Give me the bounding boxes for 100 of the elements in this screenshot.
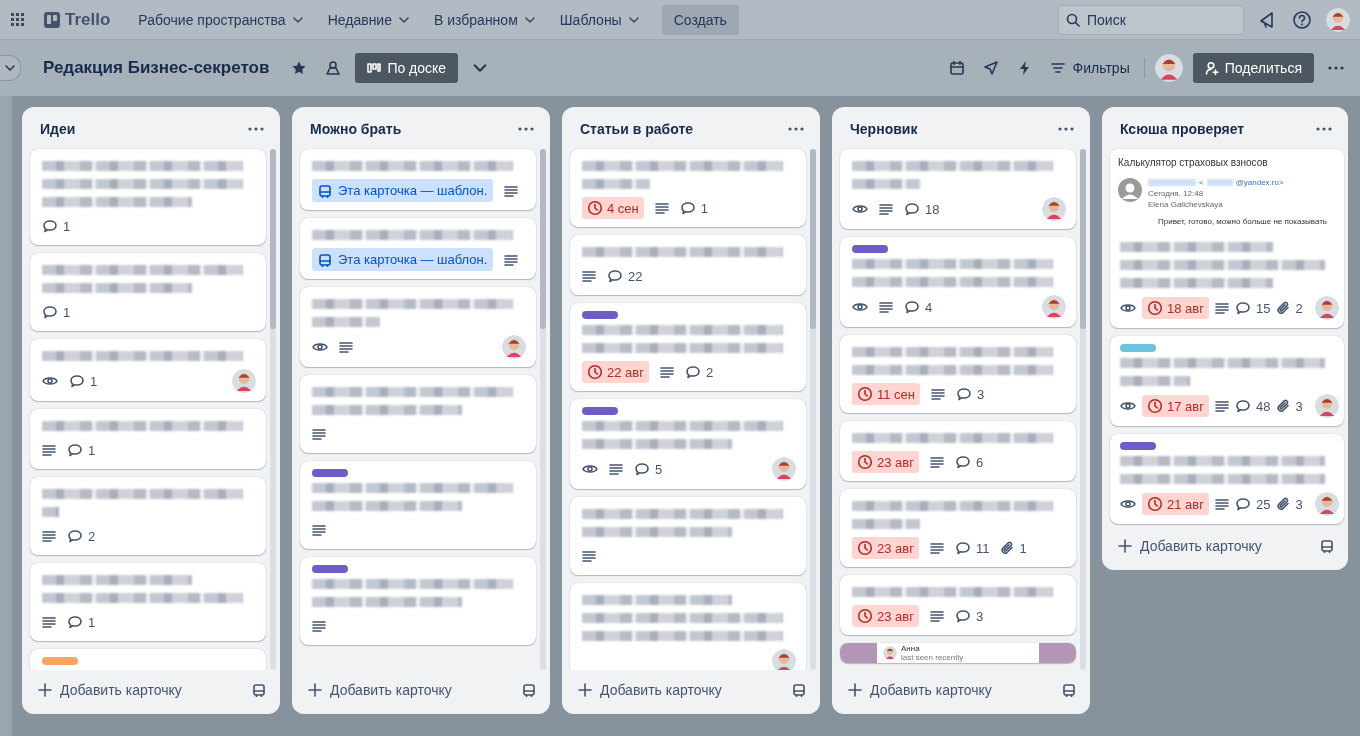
list-menu-icon[interactable] — [1316, 127, 1332, 131]
list-menu-icon[interactable] — [248, 127, 264, 131]
comment-count: 4 — [925, 299, 933, 315]
email-date: Сегодня, 12:48 — [1148, 189, 1205, 198]
board-view-icon — [367, 62, 382, 74]
card[interactable]: 11 сен 3 — [840, 335, 1076, 413]
board-title[interactable]: Редакция Бизнес-секретов — [43, 58, 270, 78]
comment-count: 25 — [1255, 496, 1271, 512]
card[interactable]: 1 — [30, 149, 266, 245]
paper-plane-icon[interactable] — [982, 60, 999, 76]
comment-count: 5 — [655, 461, 663, 477]
list-title[interactable]: Идеи — [40, 121, 76, 137]
comment-icon — [634, 462, 650, 476]
sidebar-toggle[interactable] — [0, 55, 21, 81]
comment-icon — [679, 201, 696, 215]
card[interactable]: 21 авг 25 3 — [1110, 434, 1344, 524]
share-button[interactable]: Поделиться — [1192, 53, 1314, 83]
clock-icon — [857, 540, 873, 556]
filter-icon — [1050, 62, 1065, 74]
card[interactable]: 1 — [30, 409, 266, 469]
card[interactable]: 4 сен 1 — [570, 149, 806, 227]
user-avatar[interactable] — [1326, 7, 1350, 32]
comment-icon — [42, 305, 58, 319]
card-template-icon[interactable] — [252, 683, 266, 697]
card[interactable]: Анна last seen recently — [840, 643, 1076, 663]
calendar-icon[interactable] — [948, 60, 965, 76]
nav-menu-button[interactable]: Шаблоны — [549, 5, 650, 34]
app-name: Trello — [65, 9, 111, 30]
card[interactable]: Калькулятор страховых взносов < @yandex.ru> Сегодня, 12:48 Elena Galichevskaya Привет, готово, можно больше не показывать 18 авг 15 2 — [1110, 149, 1344, 328]
redacted-address — [1206, 179, 1233, 186]
attachment-count: 3 — [1295, 398, 1303, 414]
card[interactable]: 2 — [30, 477, 266, 555]
comment-count: 6 — [975, 454, 984, 470]
comment-icon — [607, 269, 623, 283]
plus-icon — [1118, 539, 1132, 553]
card[interactable]: 1 — [30, 339, 266, 401]
comment-count: 1 — [63, 304, 71, 320]
plus-icon — [308, 683, 322, 697]
comment-count: 1 — [90, 373, 98, 389]
scrollbar[interactable] — [810, 149, 816, 670]
comment-count: 48 — [1255, 398, 1271, 414]
list-menu-icon[interactable] — [518, 127, 534, 131]
list-title[interactable]: Статьи в работе — [580, 121, 694, 137]
nav-menu-button[interactable]: В избранном — [424, 5, 546, 34]
board-view-button[interactable]: По доске — [355, 53, 459, 83]
app-grid-icon[interactable] — [10, 11, 26, 28]
comment-icon — [954, 609, 971, 623]
user-avatar[interactable] — [1154, 54, 1183, 82]
people-icon[interactable] — [325, 60, 342, 76]
help-icon[interactable] — [1292, 9, 1312, 30]
card-template-icon[interactable] — [792, 683, 806, 697]
nav-menu-button[interactable]: Рабочие пространства — [128, 5, 314, 34]
card-template-icon[interactable] — [522, 683, 536, 697]
card[interactable]: Эта карточка — шаблон. — [300, 149, 536, 210]
card[interactable]: 22 авг 2 — [570, 303, 806, 391]
scrollbar[interactable] — [1080, 149, 1086, 670]
card[interactable]: Эта карточка — шаблон. — [300, 218, 536, 279]
card[interactable]: 4 — [840, 237, 1076, 327]
card[interactable]: 17 авг 48 3 — [1110, 336, 1344, 426]
comment-icon — [954, 455, 971, 469]
list-menu-icon[interactable] — [1058, 127, 1074, 131]
clock-icon — [857, 608, 873, 624]
card[interactable]: 1 — [30, 253, 266, 331]
add-card-button[interactable]: Добавить карточку — [574, 678, 726, 702]
comment-icon — [904, 202, 920, 216]
add-card-button[interactable]: Добавить карточку — [34, 678, 186, 702]
add-card-button[interactable]: Добавить карточку — [844, 678, 996, 702]
clock-icon — [1147, 496, 1163, 512]
comment-count: 2 — [705, 364, 714, 380]
more-icon[interactable] — [1328, 66, 1344, 70]
list-menu-icon[interactable] — [788, 127, 804, 131]
search-field[interactable]: Поиск — [1058, 4, 1244, 35]
card-template-icon[interactable] — [1062, 683, 1076, 697]
card[interactable]: 22 — [570, 235, 806, 295]
nav-menu-button[interactable]: Недавние — [317, 5, 420, 34]
list-title[interactable]: Черновик — [850, 121, 918, 137]
search-icon — [1066, 12, 1080, 27]
card[interactable]: 23 авг 3 — [840, 575, 1076, 635]
create-button[interactable]: Создать — [661, 4, 739, 35]
card-template-icon[interactable] — [1320, 539, 1334, 553]
scrollbar[interactable] — [540, 149, 546, 670]
clock-icon — [857, 386, 873, 402]
scrollbar[interactable] — [270, 149, 276, 670]
list-title[interactable]: Можно брать — [310, 121, 402, 137]
email-subject: Калькулятор страховых взносов — [1118, 157, 1269, 168]
card[interactable]: 5 — [570, 399, 806, 489]
filters-button[interactable]: Фильтры — [1046, 54, 1134, 82]
email-address: @yandex.ru> — [1235, 178, 1284, 187]
list-title[interactable]: Ксюша проверяет — [1120, 121, 1245, 137]
card[interactable]: 23 авг 6 — [840, 421, 1076, 481]
starred-icon[interactable] — [291, 60, 308, 76]
card[interactable]: 23 авг 11 1 — [840, 489, 1076, 567]
paperclip-icon — [1276, 301, 1291, 315]
card[interactable]: 1 — [30, 563, 266, 641]
redacted-name — [1148, 179, 1196, 186]
comment-icon — [1234, 399, 1251, 413]
add-card-button[interactable]: Добавить карточку — [1114, 534, 1266, 558]
board-logo-icon — [44, 11, 60, 28]
add-card-button[interactable]: Добавить карточку — [304, 678, 456, 702]
card[interactable]: 18 — [840, 149, 1076, 229]
